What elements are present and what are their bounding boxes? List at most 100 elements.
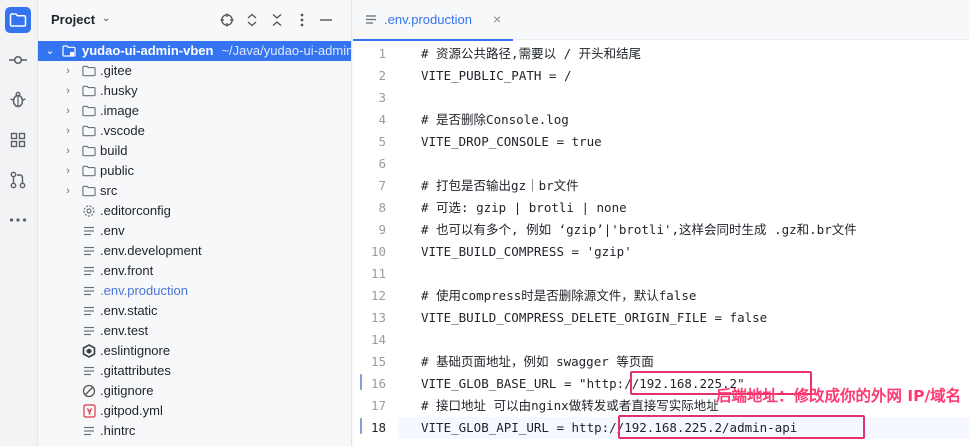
line-number: 2	[378, 68, 386, 83]
tree-item-label: .env.development	[100, 243, 202, 258]
tree-file-item[interactable]: .gitattributes	[38, 361, 351, 381]
tree-item-label: .env.static	[100, 303, 158, 318]
code-line[interactable]: # 可选: gzip | brotli | none	[398, 197, 969, 219]
chevron-right-icon[interactable]: ›	[63, 161, 73, 181]
code-line[interactable]: VITE_BUILD_COMPRESS = 'gzip'	[398, 241, 969, 263]
line-number: 13	[370, 310, 386, 325]
tree-root-name: yudao-ui-admin-vben	[82, 43, 214, 58]
code-line[interactable]: # 打包是否输出gz｜br文件	[398, 175, 969, 197]
code-line[interactable]: # 基础页面地址，例如 swagger 等页面	[398, 351, 969, 373]
tree-file-item[interactable]: .env.static	[38, 301, 351, 321]
code-line[interactable]: # 资源公共路径,需要以 / 开头和结尾	[398, 43, 969, 65]
folder-icon	[82, 164, 96, 178]
tree-file-item[interactable]: .gitignore	[38, 381, 351, 401]
tree-file-item[interactable]: .env.test	[38, 321, 351, 341]
code-line-text: VITE_DROP_CONSOLE = true	[421, 134, 602, 149]
tree-file-item[interactable]: .eslintignore	[38, 341, 351, 361]
annotation-text: 后端地址：修改成你的外网 IP/域名	[716, 387, 962, 405]
svg-text:Y: Y	[85, 408, 92, 417]
line-number: 17	[370, 398, 386, 413]
tree-folder-item[interactable]: › .image	[38, 101, 351, 121]
code-line[interactable]: VITE_BUILD_COMPRESS_DELETE_ORIGIN_FILE =…	[398, 307, 969, 329]
line-number: 18	[370, 420, 386, 435]
code-line-text: VITE_PUBLIC_PATH = /	[421, 68, 572, 83]
locate-icon[interactable]	[219, 12, 235, 28]
expand-all-icon[interactable]	[244, 12, 260, 28]
tree-file-item[interactable]: Y .gitpod.yml	[38, 401, 351, 421]
more-options-icon[interactable]	[294, 12, 310, 28]
project-folder-icon[interactable]	[5, 7, 31, 33]
close-icon[interactable]: ×	[493, 11, 501, 27]
folder-icon	[82, 124, 96, 138]
code-line-text: # 使用compress时是否删除源文件，默认false	[421, 288, 697, 303]
debug-bug-icon[interactable]	[5, 87, 31, 113]
commit-icon[interactable]	[5, 47, 31, 73]
pull-requests-icon[interactable]	[5, 167, 31, 193]
tree-file-item[interactable]: .editorconfig	[38, 201, 351, 221]
folder-icon	[82, 84, 96, 98]
tab-label: .env.production	[384, 12, 472, 27]
tree-item-label: .env.test	[100, 323, 149, 338]
code-line[interactable]: # 使用compress时是否删除源文件，默认false	[398, 285, 969, 307]
code-line[interactable]	[398, 329, 969, 351]
line-number: 7	[378, 178, 386, 193]
code-line-text: # 也可以有多个, 例如 ‘gzip’|'brotli',这样会同时生成 .gz…	[421, 222, 857, 237]
collapse-all-icon[interactable]	[269, 12, 285, 28]
folder-icon	[82, 64, 96, 78]
tree-folder-item[interactable]: › .husky	[38, 81, 351, 101]
code-line-text: VITE_BUILD_COMPRESS = 'gzip'	[421, 244, 632, 259]
tree-item-label: .eslintignore	[100, 343, 171, 358]
tree-folder-item[interactable]: › src	[38, 181, 351, 201]
code-line[interactable]	[398, 87, 969, 109]
line-number: 15	[370, 354, 386, 369]
code-line[interactable]: # 是否删除Console.log	[398, 109, 969, 131]
tree-file-item[interactable]: .env	[38, 221, 351, 241]
chevron-down-icon[interactable]: ⌄	[45, 41, 55, 61]
chevron-right-icon[interactable]: ›	[63, 181, 73, 201]
folder-icon	[82, 144, 96, 158]
line-number: 8	[378, 200, 386, 215]
api-url-highlight-box	[618, 415, 865, 439]
code-line[interactable]	[398, 263, 969, 285]
tree-folder-item[interactable]: › build	[38, 141, 351, 161]
minimize-icon[interactable]	[318, 12, 334, 28]
line-number: 4	[378, 112, 386, 127]
text-file-icon	[82, 364, 96, 378]
tree-folder-item[interactable]: › .vscode	[38, 121, 351, 141]
tree-file-item[interactable]: .hintrc	[38, 421, 351, 441]
code-line-text: # 是否删除Console.log	[421, 112, 569, 127]
tree-file-item[interactable]: .env.front	[38, 261, 351, 281]
tree-root-row[interactable]: ⌄ yudao-ui-admin-vben ~/Java/yudao-ui-adm…	[38, 41, 351, 61]
tree-root-label: yudao-ui-admin-vben ~/Java/yudao-ui-admin	[82, 41, 351, 61]
eslint-icon	[82, 344, 96, 358]
structure-icon[interactable]	[5, 127, 31, 153]
tree-item-label: src	[100, 183, 118, 198]
code-line[interactable]	[398, 153, 969, 175]
editor: .env.production × 1 2 3 4 5 6 7 8 9 10 11 12 13 14 15 1…	[353, 0, 969, 446]
chevron-right-icon[interactable]: ›	[63, 121, 73, 141]
editor-tab-bar: .env.production ×	[353, 0, 969, 41]
more-icon[interactable]	[5, 207, 31, 233]
chevron-right-icon[interactable]: ›	[63, 141, 73, 161]
chevron-down-icon[interactable]: ⌄	[102, 13, 110, 24]
tree-item-label: .env.production	[100, 283, 188, 298]
folder-icon	[82, 184, 96, 198]
ignore-file-icon	[82, 384, 96, 398]
code-line[interactable]: VITE_PUBLIC_PATH = /	[398, 65, 969, 87]
code-line[interactable]: VITE_DROP_CONSOLE = true	[398, 131, 969, 153]
tree-folder-item[interactable]: › public	[38, 161, 351, 181]
activity-bar	[0, 0, 38, 446]
project-panel-title[interactable]: Project	[51, 12, 95, 27]
line-number: 5	[378, 134, 386, 149]
code-line[interactable]: # 也可以有多个, 例如 ‘gzip’|'brotli',这样会同时生成 .gz…	[398, 219, 969, 241]
tree-item-label: public	[100, 163, 134, 178]
chevron-right-icon[interactable]: ›	[63, 101, 73, 121]
tree-file-item[interactable]: .env.development	[38, 241, 351, 261]
tree-folder-item[interactable]: › .gitee	[38, 61, 351, 81]
line-number: 12	[370, 288, 386, 303]
tab-env-production[interactable]: .env.production ×	[353, 0, 513, 41]
chevron-right-icon[interactable]: ›	[63, 81, 73, 101]
code-area[interactable]: VITE_GLOB_API_URL = http://192.168.225.2…	[398, 41, 969, 446]
chevron-right-icon[interactable]: ›	[63, 61, 73, 81]
tree-file-item[interactable]: .env.production	[38, 281, 351, 301]
